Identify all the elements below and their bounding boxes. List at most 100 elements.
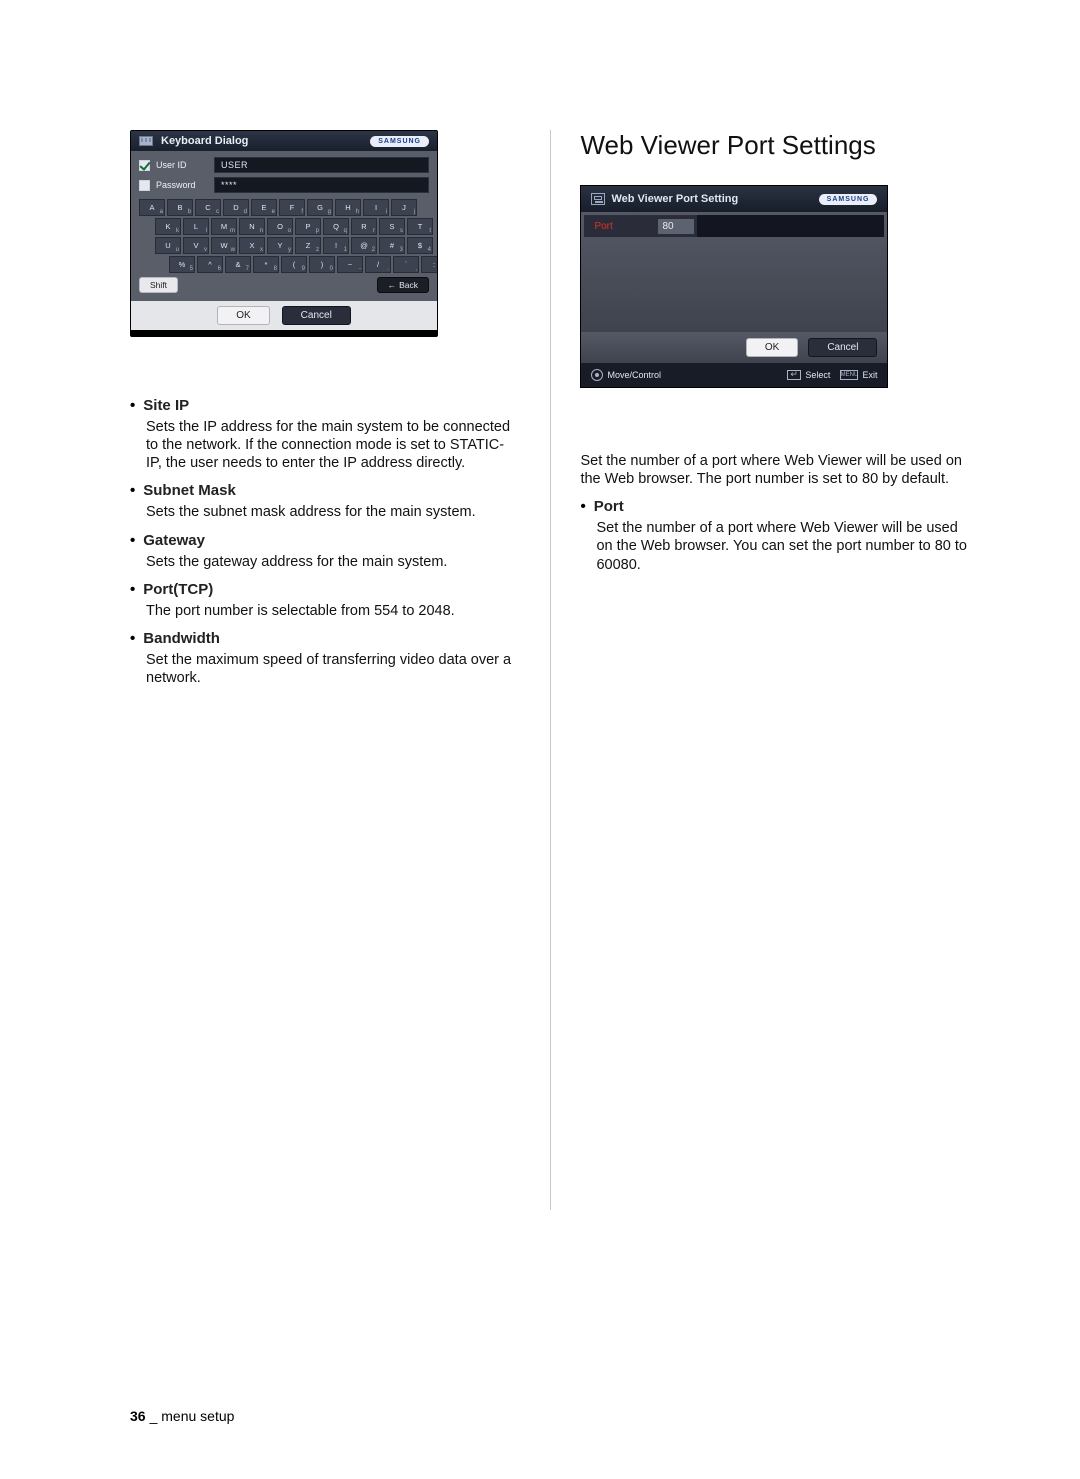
bullet-item: •Subnet MaskSets the subnet mask address… [130, 482, 520, 521]
keyboard-icon [139, 136, 153, 146]
bullet-desc: Sets the gateway address for the main sy… [146, 553, 520, 571]
key-s[interactable]: Ss [379, 218, 405, 235]
keyboard-dialog: Keyboard Dialog SAMSUNG User ID USER Pas… [130, 130, 438, 337]
bullet-item: •Site IPSets the IP address for the main… [130, 397, 520, 472]
bullet-title: Site IP [143, 397, 189, 414]
ok-button[interactable]: OK [217, 306, 269, 325]
key-^[interactable]: ^6 [197, 256, 223, 273]
port-dialog: Web Viewer Port Setting SAMSUNG Port 80 … [580, 185, 888, 388]
key-i[interactable]: Ii [363, 199, 389, 216]
key-e[interactable]: Ee [251, 199, 277, 216]
port-row: Port 80 [584, 215, 884, 237]
enter-icon [787, 370, 801, 380]
bullet-title: Port [594, 498, 624, 515]
key-@[interactable]: @2 [351, 237, 377, 254]
key-&[interactable]: &7 [225, 256, 251, 273]
key-h[interactable]: Hh [335, 199, 361, 216]
samsung-logo: SAMSUNG [370, 136, 429, 147]
bullet-desc: Set the maximum speed of transferring vi… [146, 651, 520, 687]
key-q[interactable]: Qq [323, 218, 349, 235]
bullet-desc: The port number is selectable from 554 t… [146, 602, 520, 620]
key-o[interactable]: Oo [267, 218, 293, 235]
move-control-hint: Move/Control [591, 369, 661, 381]
key-~[interactable]: ~- [337, 256, 363, 273]
bullet-desc: Set the number of a port where Web Viewe… [596, 519, 970, 573]
key-f[interactable]: Ff [279, 199, 305, 216]
section-heading: Web Viewer Port Settings [580, 130, 970, 161]
bullet-title: Gateway [143, 532, 205, 549]
bullet-item: •BandwidthSet the maximum speed of trans… [130, 630, 520, 687]
key-*[interactable]: *8 [253, 256, 279, 273]
port-value-input[interactable]: 80 [658, 219, 694, 234]
joystick-icon [591, 369, 603, 381]
page-number: 36 [130, 1408, 146, 1424]
port-dialog-title: Web Viewer Port Setting [611, 193, 738, 205]
key-:[interactable]: :; [421, 256, 438, 273]
left-bullet-list: •Site IPSets the IP address for the main… [130, 397, 520, 697]
right-column: Web Viewer Port Settings Web Viewer Port… [580, 130, 970, 1210]
userid-input[interactable]: USER [214, 157, 429, 173]
key-u[interactable]: Uu [155, 237, 181, 254]
port-dialog-navbar: Move/Control Select MENUExit [581, 363, 887, 387]
key-d[interactable]: Dd [223, 199, 249, 216]
port-dialog-titlebar: Web Viewer Port Setting SAMSUNG [581, 186, 887, 212]
page-footer: 36_ menu setup [130, 1408, 234, 1424]
key-)[interactable]: )0 [309, 256, 335, 273]
bullet-item: •Port(TCP)The port number is selectable … [130, 581, 520, 620]
port-label: Port [584, 221, 654, 232]
menu-icon: MENU [840, 370, 858, 380]
key-b[interactable]: Bb [167, 199, 193, 216]
bullet-item: •GatewaySets the gateway address for the… [130, 532, 520, 571]
bullet-title: Subnet Mask [143, 482, 236, 499]
key-/[interactable]: /. [365, 256, 391, 273]
left-column: Keyboard Dialog SAMSUNG User ID USER Pas… [130, 130, 520, 1210]
key-r[interactable]: Rr [351, 218, 377, 235]
key-a[interactable]: Aa [139, 199, 165, 216]
page-section: menu setup [161, 1408, 234, 1424]
key-([interactable]: (9 [281, 256, 307, 273]
key-#[interactable]: #3 [379, 237, 405, 254]
key-%[interactable]: %5 [169, 256, 195, 273]
key-z[interactable]: Zz [295, 237, 321, 254]
key-p[interactable]: Pp [295, 218, 321, 235]
keyboard-dialog-title: Keyboard Dialog [161, 135, 248, 147]
on-screen-keyboard: AaBbCcDdEeFfGgHhIiJjKkLlMmNnOoPpQqRrSsTt… [139, 199, 429, 273]
password-checkbox[interactable] [139, 180, 150, 191]
bullet-desc: Sets the subnet mask address for the mai… [146, 503, 520, 521]
key-y[interactable]: Yy [267, 237, 293, 254]
section-lead: Set the number of a port where Web Viewe… [580, 452, 970, 488]
key-$[interactable]: $4 [407, 237, 433, 254]
bullet-item: •PortSet the number of a port where Web … [580, 498, 970, 573]
key-t[interactable]: Tt [407, 218, 433, 235]
key-j[interactable]: Jj [391, 199, 417, 216]
samsung-logo: SAMSUNG [819, 194, 878, 205]
key-g[interactable]: Gg [307, 199, 333, 216]
keyboard-dialog-buttons: OK Cancel [131, 301, 437, 330]
bullet-title: Bandwidth [143, 630, 220, 647]
password-input[interactable]: **** [214, 177, 429, 193]
keyboard-dialog-titlebar: Keyboard Dialog SAMSUNG [131, 131, 437, 151]
bullet-desc: Sets the IP address for the main system … [146, 418, 520, 472]
key-![interactable]: !1 [323, 237, 349, 254]
key-c[interactable]: Cc [195, 199, 221, 216]
page-joiner: _ [150, 1408, 158, 1424]
key-x[interactable]: Xx [239, 237, 265, 254]
key-n[interactable]: Nn [239, 218, 265, 235]
userid-checkbox[interactable] [139, 160, 150, 171]
monitor-icon [591, 193, 605, 205]
cancel-button[interactable]: Cancel [282, 306, 351, 325]
back-key[interactable]: Back [377, 277, 429, 293]
exit-hint: MENUExit [840, 370, 877, 380]
key-v[interactable]: Vv [183, 237, 209, 254]
cancel-button[interactable]: Cancel [808, 338, 877, 357]
key-w[interactable]: Ww [211, 237, 237, 254]
key-`[interactable]: `, [393, 256, 419, 273]
keyboard-dialog-body: User ID USER Password **** AaBbCcDdEeFfG… [131, 151, 437, 301]
key-l[interactable]: Ll [183, 218, 209, 235]
key-m[interactable]: Mm [211, 218, 237, 235]
shift-key[interactable]: Shift [139, 277, 178, 293]
select-hint: Select [787, 370, 830, 380]
ok-button[interactable]: OK [746, 338, 798, 357]
bullet-title: Port(TCP) [143, 581, 213, 598]
key-k[interactable]: Kk [155, 218, 181, 235]
